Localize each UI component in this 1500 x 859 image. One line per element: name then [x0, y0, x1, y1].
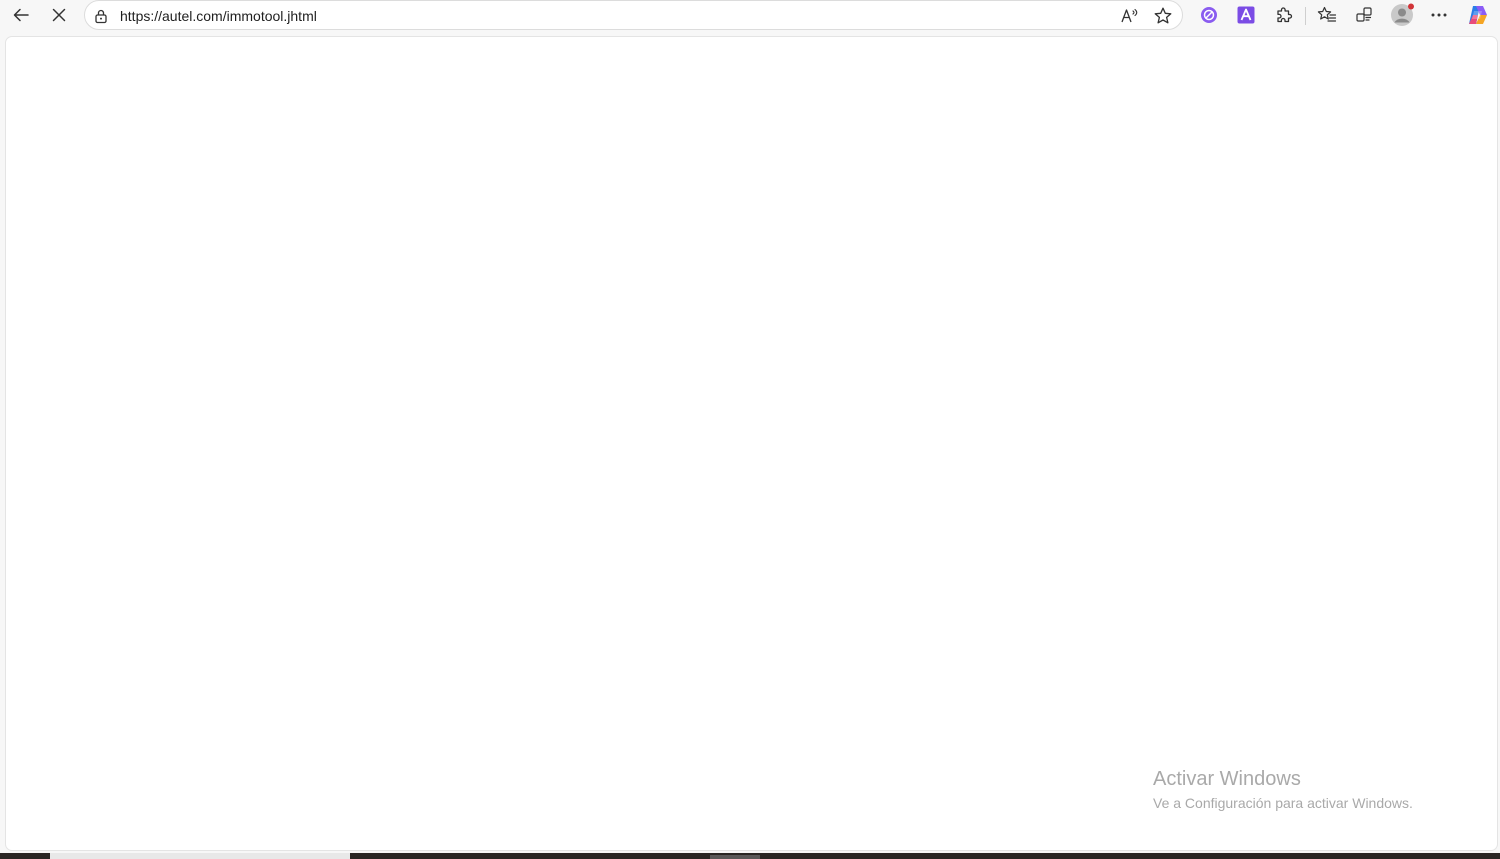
toolbar-separator [1305, 7, 1306, 25]
star-icon[interactable] [1152, 5, 1174, 27]
circle-extension-icon [1200, 6, 1218, 24]
letter-a-extension-icon [1237, 6, 1255, 24]
stop-loading-button[interactable] [44, 0, 74, 30]
taskbar-active-indicator [50, 853, 350, 859]
extensions-button[interactable] [1269, 0, 1299, 30]
address-bar[interactable]: https://autel.com/immotool.jhtml [84, 0, 1183, 30]
url-text[interactable]: https://autel.com/immotool.jhtml [120, 8, 317, 24]
favorites-list-icon [1317, 5, 1337, 25]
browser-toolbar: https://autel.com/immotool.jhtml [0, 0, 1500, 33]
ellipsis-icon [1430, 12, 1448, 18]
avatar [1390, 3, 1414, 27]
arrow-left-icon [12, 6, 30, 24]
copilot-button[interactable] [1463, 0, 1493, 30]
collections-button[interactable] [1349, 0, 1379, 30]
font-extension-button[interactable] [1231, 0, 1261, 30]
close-icon [52, 8, 66, 22]
activate-windows-subtitle: Ve a Configuración para activar Windows. [1153, 795, 1413, 811]
back-button[interactable] [6, 0, 36, 30]
lock-icon[interactable] [93, 8, 109, 24]
copilot-extension-button[interactable] [1194, 0, 1224, 30]
web-page-content [5, 36, 1498, 851]
more-options-button[interactable] [1424, 0, 1454, 30]
read-aloud-icon[interactable] [1119, 5, 1141, 27]
puzzle-icon [1275, 6, 1293, 24]
activate-windows-title: Activar Windows [1153, 768, 1301, 790]
collections-icon [1355, 6, 1373, 24]
profile-button[interactable] [1387, 0, 1417, 30]
favorites-button[interactable] [1312, 0, 1342, 30]
taskbar-indicator [710, 855, 760, 859]
copilot-icon [1466, 3, 1490, 27]
